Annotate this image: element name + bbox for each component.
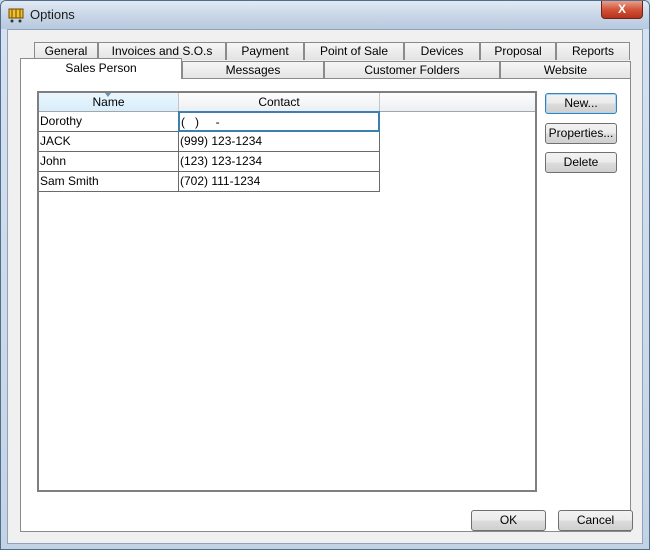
- dialog-body: General Invoices and S.O.s Payment Point…: [7, 29, 643, 544]
- column-header-name[interactable]: Name: [39, 93, 179, 112]
- cell-name[interactable]: John: [39, 152, 179, 172]
- ok-button[interactable]: OK: [471, 510, 546, 531]
- close-icon: X: [617, 2, 626, 16]
- tab-devices[interactable]: Devices: [404, 42, 480, 60]
- tab-messages[interactable]: Messages: [182, 61, 324, 79]
- cell-contact-editing[interactable]: ( ) -: [178, 111, 380, 132]
- sales-person-grid[interactable]: Name Contact Dorothy ( ) - JACK (999) 12…: [37, 91, 537, 492]
- column-header-filler: [380, 93, 535, 112]
- tab-customer-folders[interactable]: Customer Folders: [324, 61, 500, 79]
- tab-website[interactable]: Website: [500, 61, 631, 79]
- tab-reports[interactable]: Reports: [556, 42, 630, 60]
- tab-point-of-sale[interactable]: Point of Sale: [304, 42, 404, 60]
- cell-name[interactable]: Sam Smith: [39, 172, 179, 192]
- shopping-cart-icon: [8, 8, 24, 23]
- tab-proposal[interactable]: Proposal: [480, 42, 556, 60]
- properties-button[interactable]: Properties...: [545, 123, 617, 144]
- cancel-button[interactable]: Cancel: [558, 510, 633, 531]
- cell-contact[interactable]: (123) 123-1234: [179, 152, 380, 172]
- cell-name[interactable]: JACK: [39, 132, 179, 152]
- window-title: Options: [30, 7, 75, 22]
- tab-sales-person[interactable]: Sales Person: [20, 58, 182, 79]
- new-button[interactable]: New...: [545, 93, 617, 114]
- sort-indicator-icon: [105, 93, 111, 97]
- delete-button[interactable]: Delete: [545, 152, 617, 173]
- column-header-contact[interactable]: Contact: [179, 93, 380, 112]
- options-window: Options X General Invoices and S.O.s Pay…: [0, 0, 650, 550]
- title-bar[interactable]: Options X: [1, 1, 649, 29]
- close-button[interactable]: X: [601, 1, 643, 19]
- tab-payment[interactable]: Payment: [226, 42, 304, 60]
- cell-contact[interactable]: (702) 111-1234: [179, 172, 380, 192]
- cell-contact[interactable]: (999) 123-1234: [179, 132, 380, 152]
- cell-name[interactable]: Dorothy: [39, 112, 179, 132]
